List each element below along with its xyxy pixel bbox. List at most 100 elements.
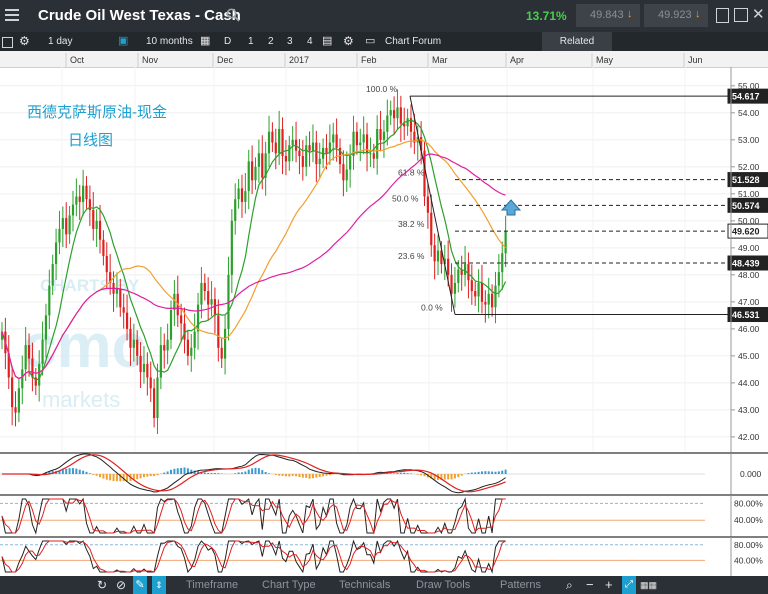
calendar-icon[interactable]: ▦ (200, 32, 210, 51)
macd-histogram-bar (457, 474, 460, 478)
month-label: Mar (432, 55, 448, 65)
pencil-icon[interactable]: ✎ (133, 576, 147, 594)
macd-histogram-bar (102, 474, 105, 479)
candle-body (433, 245, 436, 262)
fib-price-label: 54.617 (732, 92, 760, 102)
draw-tool-3[interactable]: 3 (287, 32, 293, 51)
macd-histogram-bar (453, 474, 456, 479)
layout-icon[interactable] (2, 32, 13, 51)
candle-body (382, 131, 386, 140)
gear-icon[interactable]: ⚙ (19, 32, 30, 51)
settings-icon[interactable]: ⚙ (343, 32, 354, 51)
draw-tool-4[interactable]: 4 (307, 32, 313, 51)
related-button[interactable]: Related (542, 32, 612, 51)
candle-body (379, 129, 382, 140)
instrument-title[interactable]: Crude Oil West Texas - Cash (38, 7, 241, 24)
candle-body (149, 377, 152, 389)
macd-histogram-bar (95, 474, 98, 476)
ask-price: 49.923 (658, 9, 692, 21)
candle-body (267, 131, 271, 154)
candle-body (153, 388, 156, 418)
candle-body (389, 110, 392, 116)
candle-body (213, 299, 217, 316)
candle-body (291, 139, 294, 146)
candle-body (92, 210, 95, 229)
candle-body (345, 169, 348, 181)
fullscreen-icon[interactable]: ⤢ (622, 576, 636, 594)
y-tick-label: 48.00 (738, 270, 760, 280)
candle-body (156, 377, 159, 418)
bid-box[interactable]: 49.843 ↓ (576, 4, 640, 27)
candle-body (311, 142, 315, 151)
candle-body (230, 220, 233, 275)
draw-tool-1[interactable]: 1 (248, 32, 254, 51)
macd-histogram-bar (295, 474, 298, 477)
timeframe-button[interactable]: Timeframe (186, 576, 238, 594)
zoom-out-icon[interactable]: − (586, 576, 594, 594)
macd-histogram-bar (136, 474, 139, 480)
forum-icon[interactable]: ▭ (365, 32, 375, 51)
zoom-search-icon[interactable]: ⌕ (566, 576, 573, 594)
search-icon[interactable] (226, 8, 240, 22)
macd-histogram-bar (423, 474, 426, 477)
price-chart[interactable]: CHARTS BY cmc markets 100.0 %54.61761.8 … (0, 67, 768, 576)
technicals-button[interactable]: Technicals (339, 576, 390, 594)
macd-histogram-bar (92, 474, 95, 475)
window-panel-icon[interactable] (716, 8, 729, 23)
candle-body (44, 315, 48, 340)
macd-histogram-bar (409, 473, 412, 474)
clipboard-icon[interactable]: ▤ (322, 32, 332, 51)
fib-level-label: 0.0 % (421, 303, 443, 313)
candle-body (54, 242, 58, 265)
up-arrow-icon[interactable] (500, 199, 522, 216)
macd-histogram-bar (291, 474, 294, 476)
macd-histogram-bar (487, 471, 490, 474)
macd-histogram-bar (166, 471, 169, 474)
macd-histogram-bar (403, 472, 406, 474)
candle-body (257, 153, 260, 167)
popout-icon[interactable] (734, 8, 748, 22)
fib-level-label: 61.8 % (398, 168, 425, 178)
menu-icon[interactable] (5, 9, 19, 23)
interval-select[interactable]: 1 day (48, 32, 72, 51)
chart-forum-button[interactable]: Chart Forum (385, 32, 441, 51)
candle-body (17, 388, 20, 413)
ask-box[interactable]: 49.923 ↓ (644, 4, 708, 27)
close-icon[interactable]: ✕ (752, 5, 765, 23)
refresh-icon[interactable]: ↻ (97, 576, 107, 594)
candle-body (274, 142, 277, 154)
patterns-button[interactable]: Patterns (500, 576, 541, 594)
block-icon[interactable]: ⊘ (116, 576, 126, 594)
macd-histogram-bar (237, 472, 240, 474)
grid-size-icon[interactable]: ▦▦ (640, 576, 657, 594)
candle-body (325, 147, 328, 154)
range-select[interactable]: 10 months (146, 32, 193, 51)
draw-tool-d[interactable]: D (224, 32, 231, 51)
candle-body (220, 347, 223, 359)
candle-body (298, 150, 301, 157)
macd-histogram-bar (261, 470, 264, 474)
macd-histogram-bar (399, 472, 402, 474)
macd-histogram-bar (311, 474, 314, 479)
macd-histogram-bar (203, 472, 206, 474)
lock-icon[interactable]: ▣ (118, 32, 128, 51)
draw-tools-button[interactable]: Draw Tools (416, 576, 470, 594)
candle-body (68, 215, 71, 235)
candle-body (426, 196, 429, 213)
zoom-in-icon[interactable]: + (605, 576, 613, 594)
fib-level-label: 100.0 % (366, 84, 398, 94)
candle-body (186, 339, 189, 356)
macd-histogram-bar (105, 474, 108, 480)
candle-body (244, 191, 247, 202)
candle-body (392, 110, 396, 119)
chart-type-button[interactable]: Chart Type (262, 576, 316, 594)
macd-histogram-bar (491, 471, 494, 474)
macd-histogram-bar (68, 468, 71, 474)
draw-tool-2[interactable]: 2 (268, 32, 274, 51)
chart-toolbar: ⚙ 1 day ▣ 10 months ▦ D 1 2 3 4 ▤ ⚙ ▭ Ch… (0, 32, 768, 51)
month-label: Jun (688, 55, 703, 65)
macd-histogram-bar (139, 474, 142, 479)
candle-body (261, 153, 264, 178)
candle-body (271, 131, 274, 143)
scroll-arrows-icon[interactable]: ⇕ (152, 576, 166, 594)
